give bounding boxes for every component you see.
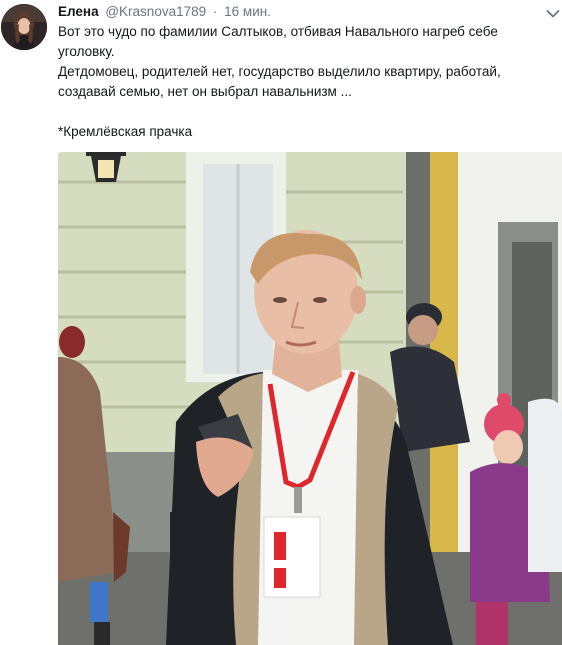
timestamp[interactable]: 16 мин. xyxy=(224,4,271,19)
display-name[interactable]: Елена xyxy=(58,4,99,19)
text-spacer xyxy=(58,102,548,122)
separator-dot: · xyxy=(212,4,218,19)
user-handle[interactable]: @Krasnova1789 xyxy=(105,4,206,19)
tweet-text-line: Детдомовец, родителей нет, государство в… xyxy=(58,64,501,79)
tweet-text-line: создавай семью, нет он выбрал навальнизм… xyxy=(58,84,352,99)
tweet: Елена @Krasnova1789 · 16 мин. Вот это чу… xyxy=(0,0,562,645)
tweet-photo[interactable] xyxy=(58,152,562,645)
chevron-down-icon[interactable] xyxy=(546,6,560,18)
tweet-text-line: Вот это чудо по фамилии Салтыков, отбива… xyxy=(58,24,498,39)
tweet-header: Елена @Krasnova1789 · 16 мин. xyxy=(58,3,271,21)
tweet-text-line: *Кремлёвская прачка xyxy=(58,124,193,139)
tweet-text-line: уголовку. xyxy=(58,44,115,59)
tweet-text: Вот это чудо по фамилии Салтыков, отбива… xyxy=(58,22,548,142)
avatar[interactable] xyxy=(1,4,47,50)
